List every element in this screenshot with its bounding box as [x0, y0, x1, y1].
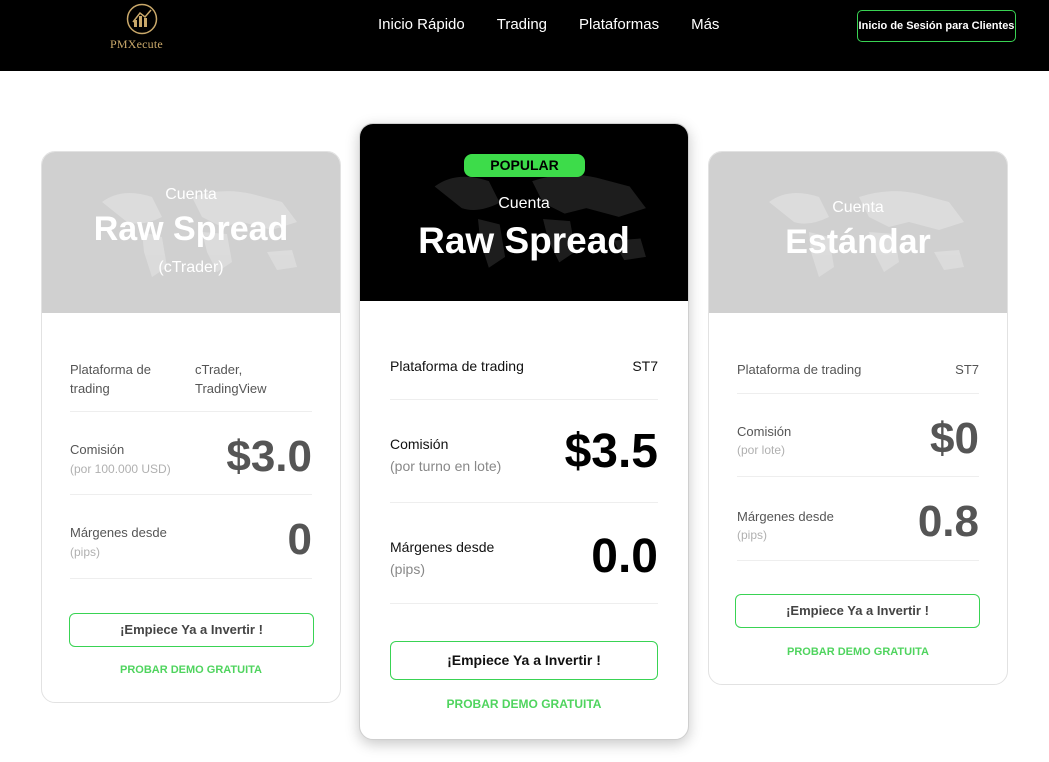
spread-value: 0.8: [917, 497, 979, 546]
spread-row: Márgenes desde (pips) 0.0: [390, 503, 658, 604]
main-nav: Inicio Rápido Trading Plataformas Más: [378, 16, 751, 33]
account-card-raw-spread-ctrader: Cuenta Raw Spread (cTrader) Plataforma d…: [41, 151, 341, 703]
commission-label: Comisión: [390, 436, 449, 452]
commission-sub: (por 100.000 USD): [70, 462, 171, 476]
spread-sub: (pips): [390, 561, 426, 577]
platform-value: ST7: [955, 362, 979, 377]
nav-item-plataformas[interactable]: Plataformas: [579, 16, 659, 33]
brand-logo[interactable]: PMXecute: [108, 3, 176, 51]
nav-item-inicio-rapido[interactable]: Inicio Rápido: [378, 16, 465, 33]
spread-row: Márgenes desde (pips) 0: [70, 495, 312, 579]
commission-value: $3.5: [564, 425, 658, 478]
spread-row: Márgenes desde (pips) 0.8: [737, 477, 979, 561]
commission-row: Comisión (por 100.000 USD) $3.0: [70, 412, 312, 495]
platform-value: ST7: [632, 358, 658, 374]
commission-sub: (por lote): [737, 443, 786, 457]
free-demo-link[interactable]: PROBAR DEMO GRATUITA: [42, 664, 340, 676]
nav-item-trading[interactable]: Trading: [497, 16, 547, 33]
start-investing-button[interactable]: ¡Empiece Ya a Invertir !: [735, 594, 980, 628]
commission-sub: (por turno en lote): [390, 458, 502, 474]
card-title: Estándar: [785, 223, 931, 261]
card-header: POPULAR Cuenta Raw Spread: [360, 124, 688, 301]
spread-label: Márgenes desde: [70, 525, 167, 540]
card-subtitle: (cTrader): [158, 259, 224, 276]
spread-sub: (pips): [737, 528, 768, 542]
nav-item-mas[interactable]: Más: [691, 16, 719, 33]
card-title: Raw Spread: [418, 220, 630, 261]
start-investing-button[interactable]: ¡Empiece Ya a Invertir !: [69, 613, 314, 647]
spread-value: 0.0: [591, 530, 658, 583]
platform-label: Plataforma de trading: [390, 358, 524, 374]
platform-label: Plataforma de trading: [737, 362, 862, 377]
popular-badge: POPULAR: [464, 154, 585, 177]
spread-label: Márgenes desde: [737, 509, 834, 524]
platform-value: cTrader, TradingView: [195, 362, 267, 396]
account-card-estandar: Cuenta Estándar Plataforma de trading ST…: [708, 151, 1008, 685]
card-header: Cuenta Estándar: [709, 152, 1007, 313]
commission-value: $0: [930, 414, 979, 463]
commission-row: Comisión (por turno en lote) $3.5: [390, 400, 658, 503]
platform-label: Plataforma de trading: [70, 362, 151, 396]
top-navbar: PMXecute Inicio Rápido Trading Plataform…: [0, 0, 1049, 71]
card-title: Raw Spread: [93, 210, 289, 248]
commission-label: Comisión: [70, 442, 125, 457]
card-kicker: Cuenta: [498, 195, 550, 212]
spread-label: Márgenes desde: [390, 539, 495, 555]
platform-row: Plataforma de trading ST7: [390, 337, 658, 400]
card-header: Cuenta Raw Spread (cTrader): [42, 152, 340, 313]
account-card-raw-spread-popular: POPULAR Cuenta Raw Spread Plataforma de …: [359, 123, 689, 740]
commission-row: Comisión (por lote) $0: [737, 394, 979, 477]
card-kicker: Cuenta: [165, 186, 217, 203]
spread-value: 0: [287, 515, 312, 564]
logo-text: PMXecute: [110, 37, 163, 51]
spread-sub: (pips): [70, 545, 101, 559]
commission-value: $3.0: [226, 432, 312, 481]
free-demo-link[interactable]: PROBAR DEMO GRATUITA: [709, 646, 1007, 658]
platform-row: Plataforma de trading ST7: [737, 340, 979, 394]
commission-label: Comisión: [737, 424, 792, 439]
card-kicker: Cuenta: [832, 199, 884, 216]
free-demo-link[interactable]: PROBAR DEMO GRATUITA: [360, 697, 688, 711]
platform-row: Plataforma de trading cTrader, TradingVi…: [70, 340, 312, 412]
client-login-button[interactable]: Inicio de Sesión para Clientes: [857, 10, 1016, 42]
start-investing-button[interactable]: ¡Empiece Ya a Invertir !: [390, 641, 658, 680]
logo-chart-icon: [126, 3, 158, 35]
